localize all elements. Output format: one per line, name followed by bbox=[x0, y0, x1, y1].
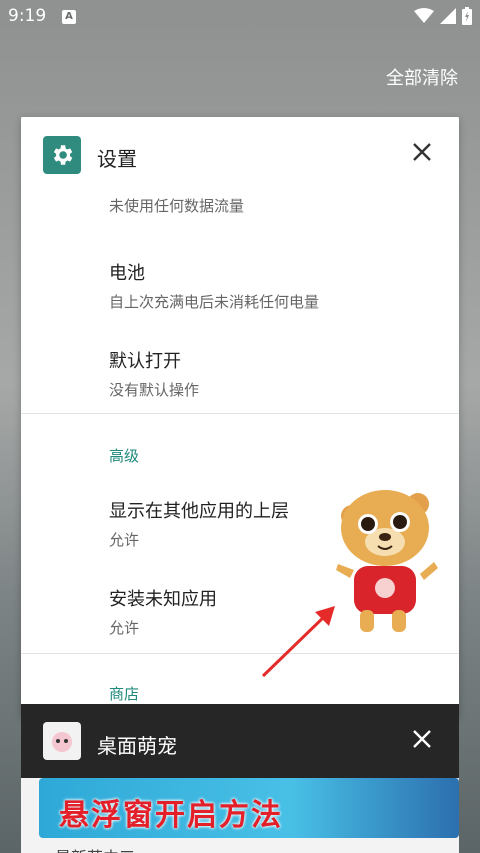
notification-a-icon: A bbox=[62, 10, 76, 24]
status-bar: 9:19 A bbox=[0, 0, 480, 34]
signal-icon bbox=[440, 8, 456, 24]
battery-icon bbox=[462, 7, 472, 25]
open-by-default-subtitle: 没有默认操作 bbox=[109, 381, 200, 399]
display-over-apps-item[interactable]: 显示在其他应用的上层 允许 bbox=[109, 497, 289, 550]
close-icon[interactable] bbox=[411, 728, 433, 750]
data-usage-item[interactable]: 未使用任何数据流量 bbox=[109, 195, 244, 216]
section-store: 商店 bbox=[109, 685, 140, 703]
battery-item[interactable]: 电池 自上次充满电后未消耗任何电量 bbox=[109, 259, 319, 312]
pet-recent-card[interactable]: 桌面萌宠 悬浮窗开启方法 最新获中三 bbox=[21, 704, 459, 853]
divider bbox=[21, 413, 459, 414]
banner-text: 悬浮窗开启方法 bbox=[59, 798, 283, 833]
settings-card-header: 设置 bbox=[21, 117, 459, 193]
floating-window-banner[interactable]: 悬浮窗开启方法 bbox=[39, 778, 459, 838]
pet-mascot-icon[interactable] bbox=[330, 486, 440, 636]
display-over-apps-subtitle: 允许 bbox=[109, 531, 140, 549]
battery-subtitle: 自上次充满电后未消耗任何电量 bbox=[109, 293, 320, 311]
pet-app-icon bbox=[43, 722, 81, 760]
pet-card-header: 桌面萌宠 bbox=[21, 704, 459, 778]
open-by-default-title: 默认打开 bbox=[109, 351, 181, 372]
status-time: 9:19 bbox=[8, 6, 47, 26]
install-unknown-apps-item[interactable]: 安装未知应用 允许 bbox=[109, 585, 217, 638]
close-icon[interactable] bbox=[411, 141, 433, 163]
install-unknown-apps-subtitle: 允许 bbox=[109, 619, 140, 637]
display-over-apps-title: 显示在其他应用的上层 bbox=[109, 501, 289, 522]
settings-app-title: 设置 bbox=[97, 147, 137, 171]
data-usage-subtitle: 未使用任何数据流量 bbox=[109, 197, 245, 215]
section-advanced: 高级 bbox=[109, 447, 140, 465]
pet-app-title: 桌面萌宠 bbox=[97, 734, 177, 758]
gear-icon bbox=[43, 136, 81, 174]
open-by-default-item[interactable]: 默认打开 没有默认操作 bbox=[109, 347, 199, 400]
status-icons bbox=[414, 7, 472, 25]
red-arrow-icon bbox=[261, 606, 335, 678]
partial-text: 最新获中三 bbox=[55, 844, 135, 853]
clear-all-button[interactable]: 全部清除 bbox=[386, 64, 458, 90]
divider bbox=[21, 653, 459, 654]
wifi-icon bbox=[414, 8, 434, 23]
install-unknown-apps-title: 安装未知应用 bbox=[109, 589, 217, 610]
battery-title: 电池 bbox=[109, 263, 145, 284]
